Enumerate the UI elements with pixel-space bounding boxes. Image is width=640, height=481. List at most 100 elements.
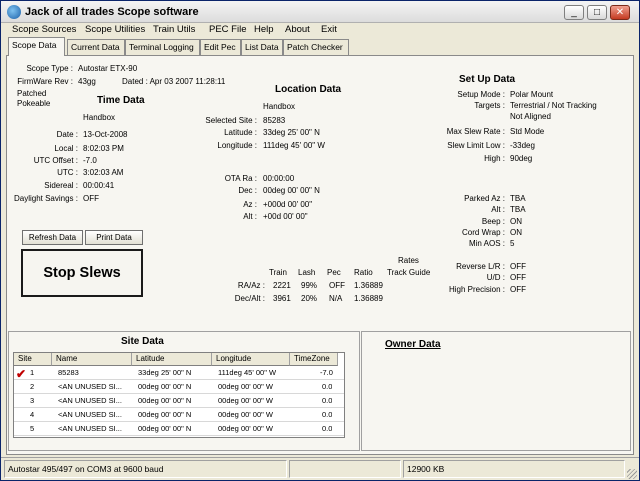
print-data-button[interactable]: Print Data — [85, 230, 143, 245]
cell-longitude: 00deg 00' 00" W — [218, 410, 273, 419]
max-slew-rate-label: Max Slew Rate : — [446, 127, 505, 136]
stop-slews-button[interactable]: Stop Slews — [21, 249, 143, 297]
cell-name: <AN UNUSED SI... — [58, 396, 122, 405]
ota-ra-label: OTA Ra : — [224, 174, 257, 183]
tab-edit-pec[interactable]: Edit Pec — [200, 39, 241, 55]
rates-ra-label: RA/Az : — [237, 281, 265, 290]
slew-limit-high-label: High : — [484, 154, 505, 163]
rates-dec-label: Dec/Alt : — [234, 294, 265, 303]
table-row[interactable]: 4 <AN UNUSED SI... 00deg 00' 00" N 00deg… — [14, 409, 344, 422]
status-panel-empty — [289, 460, 401, 478]
cell-timezone: 0.0 — [322, 396, 333, 405]
minimize-button[interactable]: _ — [564, 5, 584, 20]
targets-label: Targets : — [474, 101, 505, 110]
tab-patch-checker[interactable]: Patch Checker — [283, 39, 349, 55]
setup-mode-value: Polar Mount — [510, 90, 554, 99]
ota-az-value: +000d 00' 00" — [263, 200, 313, 209]
ota-alt-value: +00d 00' 00" — [263, 212, 308, 221]
table-row[interactable]: ✔ 1 85283 33deg 25' 00" N 111deg 45' 00"… — [14, 367, 344, 380]
alignment-status: Not Aligned — [510, 112, 551, 121]
col-longitude[interactable]: Longitude — [212, 353, 290, 366]
time-sidereal-label: Sidereal : — [44, 181, 78, 190]
cell-latitude: 33deg 25' 00" N — [138, 368, 192, 377]
menu-pec-file[interactable]: PEC File — [209, 24, 246, 35]
resize-grip-icon[interactable] — [627, 469, 637, 479]
cell-timezone: 0.0 — [322, 424, 333, 433]
app-icon — [7, 5, 21, 19]
rates-dec-lash: 20% — [301, 294, 318, 303]
min-aos-value: 5 — [510, 239, 515, 248]
col-site[interactable]: Site — [14, 353, 52, 366]
menu-help[interactable]: Help — [254, 24, 274, 35]
cell-site: 3 — [30, 396, 35, 405]
rates-header-train: Train — [269, 268, 287, 277]
time-local-value: 8:02:03 PM — [83, 144, 124, 153]
cell-latitude: 00deg 00' 00" N — [138, 382, 192, 391]
col-timezone[interactable]: TimeZone — [290, 353, 338, 366]
firmware-dated: Dated : Apr 03 2007 11:28:11 — [122, 77, 226, 86]
col-latitude[interactable]: Latitude — [132, 353, 212, 366]
rates-dec-train: 3961 — [273, 294, 291, 303]
cell-timezone: 0.0 — [322, 382, 333, 391]
setup-data-heading: Set Up Data — [459, 74, 516, 85]
parked-az-value: TBA — [510, 194, 526, 203]
latitude-label: Latitude : — [224, 128, 257, 137]
reverse-ud-label: U/D : — [486, 273, 505, 282]
reverse-lr-value: OFF — [510, 262, 526, 271]
parked-alt-value: TBA — [510, 205, 526, 214]
cell-longitude: 00deg 00' 00" W — [218, 396, 273, 405]
time-date-value: 13-Oct-2008 — [83, 130, 128, 139]
site-data-heading: Site Data — [121, 336, 164, 347]
time-source: Handbox — [83, 113, 116, 122]
tab-terminal-logging[interactable]: Terminal Logging — [125, 39, 200, 55]
slew-limit-high-value: 90deg — [510, 154, 533, 163]
table-row[interactable]: 5 <AN UNUSED SI... 00deg 00' 00" N 00deg… — [14, 423, 344, 436]
high-precision-value: OFF — [510, 285, 526, 294]
cell-site: 2 — [30, 382, 35, 391]
cell-name: <AN UNUSED SI... — [58, 424, 122, 433]
rates-dec-ratio: 1.36889 — [354, 294, 383, 303]
menu-exit[interactable]: Exit — [321, 24, 337, 35]
selected-site-value: 85283 — [263, 116, 286, 125]
rates-heading: Rates — [398, 256, 419, 265]
menu-scope-utilities[interactable]: Scope Utilities — [85, 24, 145, 35]
selected-site-label: Selected Site : — [205, 116, 257, 125]
cell-name: 85283 — [58, 368, 79, 377]
col-name[interactable]: Name — [52, 353, 132, 366]
rates-header-pec: Pec — [327, 268, 341, 277]
owner-data-heading: Owner Data — [385, 339, 441, 350]
beep-value: ON — [510, 217, 522, 226]
window-title: Jack of all trades Scope software — [25, 6, 199, 18]
maximize-button[interactable]: □ — [587, 5, 607, 20]
slew-limit-low-label: Slew Limit Low : — [447, 141, 505, 150]
tab-scope-data[interactable]: Scope Data — [8, 37, 65, 56]
reverse-ud-value: OFF — [510, 273, 526, 282]
table-row[interactable]: 3 <AN UNUSED SI... 00deg 00' 00" N 00deg… — [14, 395, 344, 408]
cell-timezone: -7.0 — [320, 368, 333, 377]
scope-type-label: Scope Type : — [26, 64, 73, 73]
connection-status: Autostar 495/497 on COM3 at 9600 baud — [4, 460, 287, 478]
close-button[interactable]: ✕ — [610, 5, 630, 20]
cell-longitude: 00deg 00' 00" W — [218, 382, 273, 391]
rates-ra-train: 2221 — [273, 281, 291, 290]
scope-type-value: Autostar ETX-90 — [78, 64, 138, 73]
rates-header-lash: Lash — [298, 268, 316, 277]
high-precision-label: High Precision : — [448, 285, 505, 294]
min-aos-label: Min AOS : — [468, 239, 505, 248]
cord-wrap-value: ON — [510, 228, 522, 237]
time-daylight-value: OFF — [83, 194, 99, 203]
parked-az-label: Parked Az : — [464, 194, 505, 203]
table-row[interactable]: 2 <AN UNUSED SI... 00deg 00' 00" N 00deg… — [14, 381, 344, 394]
refresh-data-button[interactable]: Refresh Data — [22, 230, 83, 245]
tab-current-data[interactable]: Current Data — [67, 39, 125, 55]
cell-site: 4 — [30, 410, 35, 419]
cell-longitude: 00deg 00' 00" W — [218, 424, 273, 433]
tab-list-data[interactable]: List Data — [241, 39, 283, 55]
menu-train-utils[interactable]: Train Utils — [153, 24, 195, 35]
cell-timezone: 0.0 — [322, 410, 333, 419]
menu-scope-sources[interactable]: Scope Sources — [12, 24, 76, 35]
menu-about[interactable]: About — [285, 24, 310, 35]
site-table[interactable]: Site Name Latitude Longitude TimeZone ✔ … — [13, 352, 345, 438]
firmware-label: FirmWare Rev : — [17, 77, 73, 86]
cell-site: 5 — [30, 424, 35, 433]
